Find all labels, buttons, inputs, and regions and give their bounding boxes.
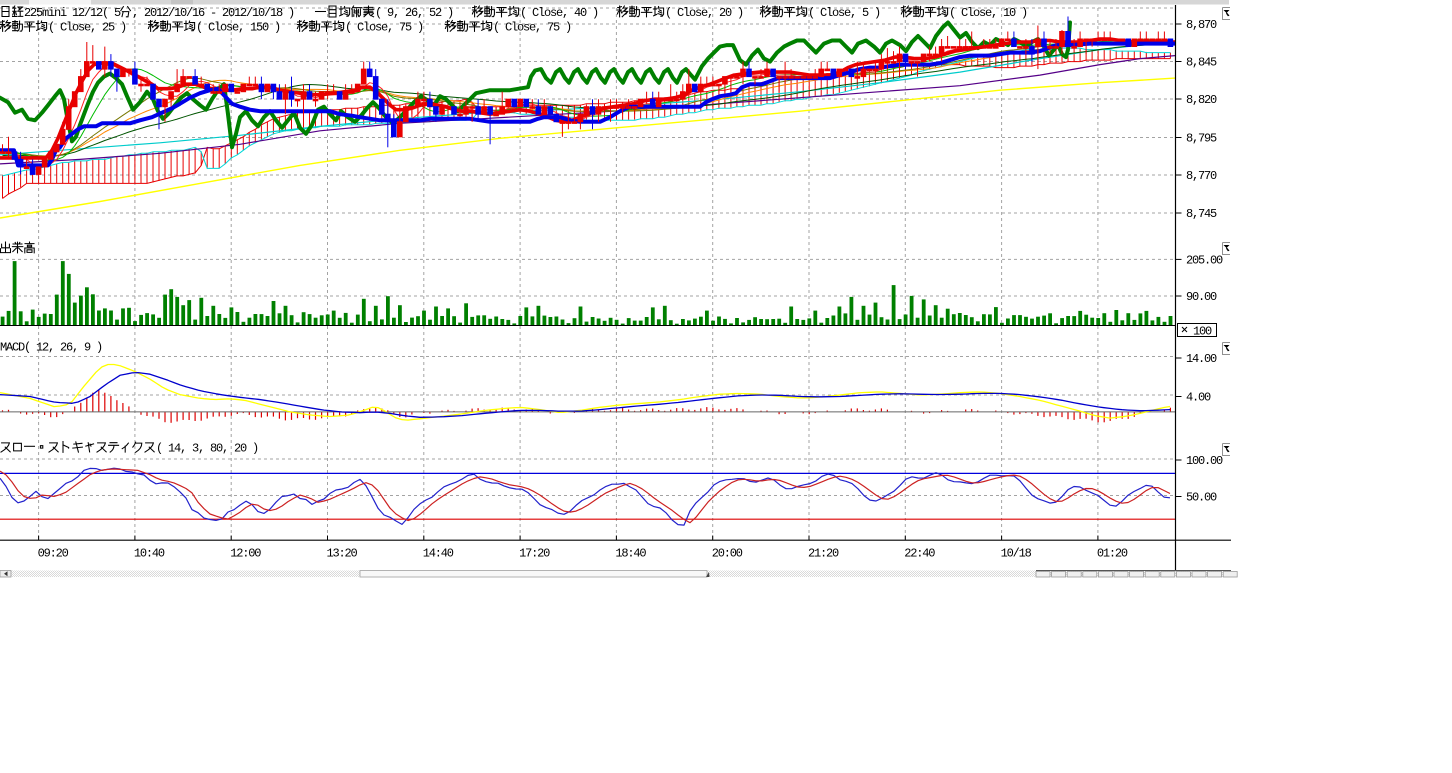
svg-text:14:40: 14:40 <box>423 547 454 561</box>
svg-text:( Close, 20 ): ( Close, 20 ) <box>665 6 743 20</box>
svg-text:21:20: 21:20 <box>808 547 839 561</box>
svg-text:8,770: 8,770 <box>1186 169 1217 183</box>
svg-text:09:20: 09:20 <box>38 547 69 561</box>
svg-text:8,745: 8,745 <box>1186 207 1217 221</box>
svg-text:( 14, 3, 80, 20 ): ( 14, 3, 80, 20 ) <box>156 441 258 455</box>
svg-text:( Close, 25 ): ( Close, 25 ) <box>48 20 126 34</box>
svg-text:50.00: 50.00 <box>1186 491 1217 505</box>
svg-text:( Close, 10 ): ( Close, 10 ) <box>949 6 1027 20</box>
svg-text:14.00: 14.00 <box>1186 352 1217 366</box>
svg-text:18:40: 18:40 <box>615 547 646 561</box>
svg-text:8,845: 8,845 <box>1186 56 1217 70</box>
svg-text:( Close, 75 ): ( Close, 75 ) <box>345 20 423 34</box>
svg-text:17:20: 17:20 <box>519 547 550 561</box>
svg-text:8,795: 8,795 <box>1186 132 1217 146</box>
svg-text:100: 100 <box>1193 325 1212 339</box>
svg-text:01:20: 01:20 <box>1097 547 1128 561</box>
svg-text:13:20: 13:20 <box>327 547 358 561</box>
svg-text:20:00: 20:00 <box>712 547 743 561</box>
svg-text:( 9, 26, 52 ): ( 9, 26, 52 ) <box>375 6 453 20</box>
svg-text:, 2012/10/16 - 2012/10/18 ): , 2012/10/16 - 2012/10/18 ) <box>132 6 294 20</box>
svg-text:100.00: 100.00 <box>1186 454 1223 468</box>
svg-text:22:40: 22:40 <box>904 547 935 561</box>
svg-text:4.00: 4.00 <box>1186 391 1211 405</box>
svg-text:225mini 12/12( 5: 225mini 12/12( 5 <box>24 6 121 20</box>
svg-text:10/18: 10/18 <box>1001 547 1032 561</box>
svg-text:( Close, 5 ): ( Close, 5 ) <box>808 6 880 20</box>
svg-text:90.00: 90.00 <box>1186 290 1217 304</box>
svg-text:( Close, 75 ): ( Close, 75 ) <box>493 20 571 34</box>
svg-text:MACD( 12, 26, 9 ): MACD( 12, 26, 9 ) <box>0 340 102 354</box>
svg-text:( Close, 40 ): ( Close, 40 ) <box>520 6 598 20</box>
svg-text:10:40: 10:40 <box>134 547 165 561</box>
svg-text:( Close, 150 ): ( Close, 150 ) <box>196 20 280 34</box>
svg-text:205.00: 205.00 <box>1186 254 1223 268</box>
svg-text:12:00: 12:00 <box>230 547 261 561</box>
svg-text:8,870: 8,870 <box>1186 18 1217 32</box>
svg-text:8,820: 8,820 <box>1186 93 1217 107</box>
